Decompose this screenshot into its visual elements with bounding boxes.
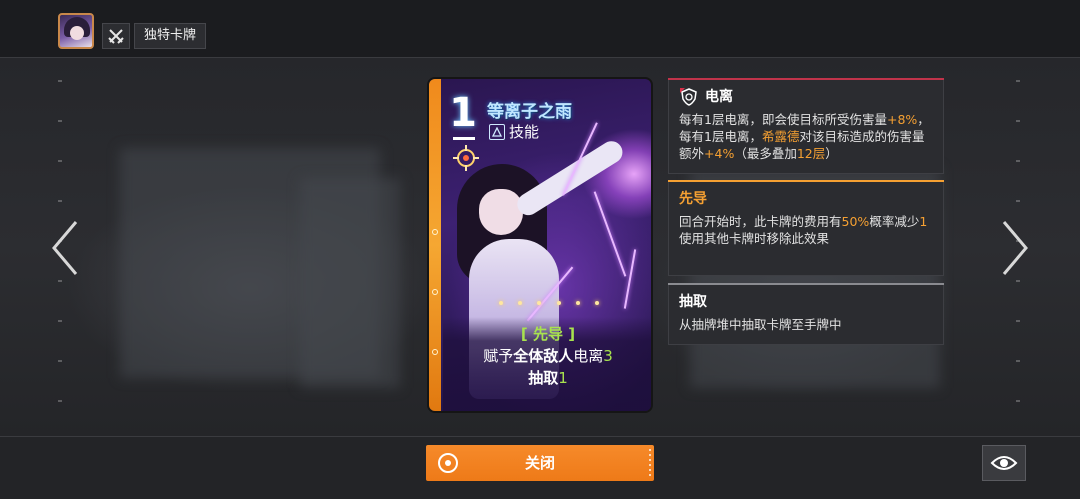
close-button-label: 关闭 [524, 454, 555, 472]
card-description: [ 先导 ] 赋予全体敌人电离3 抽取1 [443, 317, 651, 411]
keyword-panel-vanguard: 先导 回合开始时，此卡牌的费用有50%概率减少1 使用其他卡牌时移除此效果 [668, 180, 944, 276]
character-avatar[interactable] [58, 13, 94, 49]
next-card-arrow[interactable] [1000, 218, 1030, 278]
card-side-strip [429, 79, 441, 411]
close-button[interactable]: 关闭 [426, 445, 654, 481]
card-type-label: 技能 [509, 123, 540, 141]
keyword-tag: [ 先导 ] [520, 325, 576, 343]
keyword-panel-draw: 抽取 从抽牌堆中抽取卡牌至手牌中 [668, 283, 944, 345]
panel-body: 每有1层电离，即会使目标所受伤害量+8%，每有1层电离，希露德对该目标造成的伤害… [679, 112, 930, 161]
card-name: 等离子之雨 [487, 102, 572, 122]
desc-line-1: 赋予全体敌人电离3 [483, 347, 613, 365]
sparkle-divider [499, 297, 599, 309]
keyword-panel-ionize: 电离 每有1层电离，即会使目标所受伤害量+8%，每有1层电离，希露德对该目标造成… [668, 78, 944, 174]
skill-triangle-icon [489, 123, 505, 140]
eye-toggle-button[interactable] [982, 445, 1026, 481]
previous-card-arrow[interactable] [50, 218, 80, 278]
card-type: 技能 [489, 121, 539, 142]
panel-body: 从抽牌堆中抽取卡牌至手牌中 [679, 317, 842, 332]
panel-title: 抽取 [679, 294, 707, 310]
desc-line-2: 抽取1 [528, 369, 568, 387]
panel-title: 电离 [705, 89, 733, 105]
crosshair-icon [453, 145, 479, 171]
panel-title: 先导 [679, 191, 707, 207]
panel-body: 回合开始时，此卡牌的费用有50%概率减少1 使用其他卡牌时移除此效果 [679, 214, 928, 246]
card-cost: 1 [449, 90, 477, 136]
ionize-shield-icon [680, 88, 697, 106]
eye-icon [990, 456, 1018, 470]
cost-underline [453, 137, 475, 140]
skill-card: 1 等离子之雨 技能 [ 先导 ] 赋予全体敌人电离3 抽取1 [427, 77, 653, 413]
page-title: 独特卡牌 [134, 23, 206, 49]
crossed-swords-icon [102, 23, 130, 49]
close-circle-icon [438, 453, 458, 473]
